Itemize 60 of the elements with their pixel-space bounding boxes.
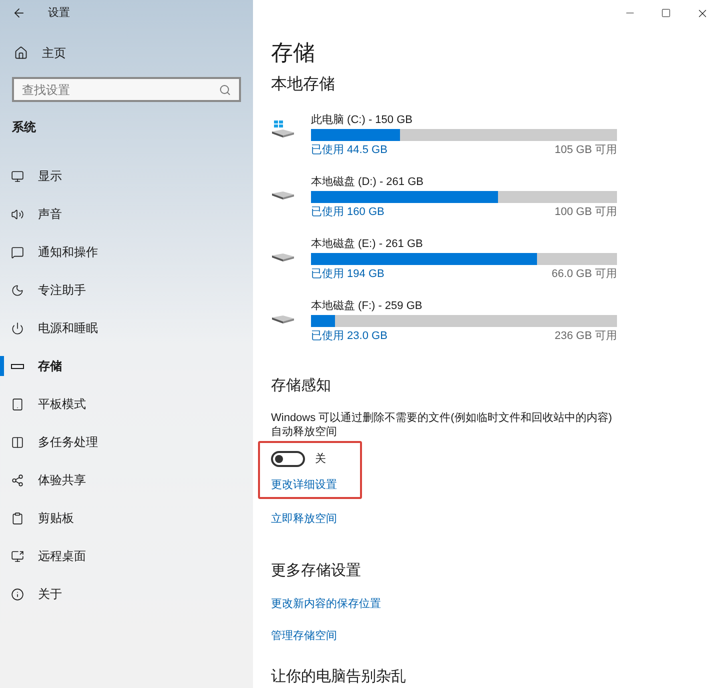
used-space: 已使用 44.5 GB bbox=[311, 143, 388, 157]
home-icon bbox=[14, 46, 28, 60]
sidebar-item[interactable]: 专注助手 bbox=[11, 281, 86, 299]
search-field[interactable]: 查找设置 bbox=[12, 77, 241, 102]
sidebar-item[interactable]: 存储 bbox=[11, 357, 62, 375]
drive-icon bbox=[271, 191, 295, 200]
toggle-label: 关 bbox=[315, 452, 326, 467]
columns-icon bbox=[11, 436, 24, 448]
sidebar-item[interactable]: 电源和睡眠 bbox=[11, 319, 98, 337]
section-heading: 本地存储 bbox=[271, 74, 336, 95]
moon-icon bbox=[11, 284, 24, 296]
maximize-icon bbox=[661, 8, 671, 18]
free-space: 66.0 GB 可用 bbox=[552, 267, 617, 281]
free-space: 105 GB 可用 bbox=[554, 143, 617, 157]
description-text: Windows 可以通过删除不需要的文件(例如临时文件和回收站中的内容)自动释放空间 bbox=[271, 411, 614, 439]
used-space: 已使用 194 GB bbox=[311, 267, 384, 281]
tablet-icon bbox=[11, 398, 24, 410]
drive-icon bbox=[271, 120, 295, 138]
section-title: 系统 bbox=[12, 119, 37, 136]
back-button[interactable] bbox=[12, 6, 26, 20]
section-heading: 更多存储设置 bbox=[271, 560, 362, 580]
used-space: 已使用 23.0 GB bbox=[311, 329, 388, 343]
section-heading: 存储感知 bbox=[271, 376, 332, 396]
info-icon bbox=[11, 588, 24, 600]
sidebar-item[interactable]: 通知和操作 bbox=[11, 243, 98, 261]
drive-name: 此电脑 (C:) - 150 GB bbox=[311, 114, 414, 127]
free-space-link[interactable]: 立即释放空间 bbox=[271, 511, 337, 528]
sidebar-item[interactable]: 远程桌面 bbox=[11, 547, 86, 565]
toggle-switch[interactable] bbox=[271, 451, 305, 468]
window-title: 设置 bbox=[48, 6, 70, 21]
drive-slot-icon bbox=[11, 364, 24, 368]
page-title: 存储 bbox=[271, 39, 316, 67]
settings-link[interactable]: 更改详细设置 bbox=[271, 476, 360, 493]
drive-name: 本地磁盘 (E:) - 261 GB bbox=[311, 238, 424, 251]
settings-link[interactable]: 更改新内容的保存位置 bbox=[271, 596, 381, 612]
sidebar-item[interactable]: 显示 bbox=[11, 167, 62, 185]
free-space: 100 GB 可用 bbox=[554, 205, 617, 219]
drive-icon bbox=[271, 253, 295, 262]
free-space: 236 GB 可用 bbox=[554, 329, 617, 343]
used-space: 已使用 160 GB bbox=[311, 205, 384, 219]
remote-icon bbox=[11, 550, 24, 562]
speaker-icon bbox=[11, 208, 24, 220]
search-icon bbox=[219, 84, 231, 96]
drive-icon bbox=[271, 315, 295, 324]
power-icon bbox=[11, 322, 24, 334]
sidebar-item[interactable]: 关于 bbox=[11, 585, 62, 603]
sidebar-item[interactable]: 平板模式 bbox=[11, 395, 86, 413]
sidebar-item[interactable]: 多任务处理 bbox=[11, 433, 98, 451]
message-icon bbox=[11, 246, 24, 258]
monitor-icon bbox=[11, 170, 24, 182]
drive-name: 本地磁盘 (F:) - 259 GB bbox=[311, 300, 424, 313]
settings-link[interactable]: 管理存储空间 bbox=[271, 628, 337, 644]
sidebar-item[interactable]: 声音 bbox=[11, 205, 62, 223]
home-item[interactable]: 主页 bbox=[14, 44, 66, 62]
section-heading: 让你的电脑告别杂乱 bbox=[271, 666, 407, 686]
share-icon bbox=[11, 474, 24, 486]
sidebar-item[interactable]: 体验共享 bbox=[11, 471, 86, 489]
sidebar-item[interactable]: 剪贴板 bbox=[11, 509, 74, 527]
drive-name: 本地磁盘 (D:) - 261 GB bbox=[311, 176, 424, 189]
clipboard-icon bbox=[11, 512, 24, 524]
